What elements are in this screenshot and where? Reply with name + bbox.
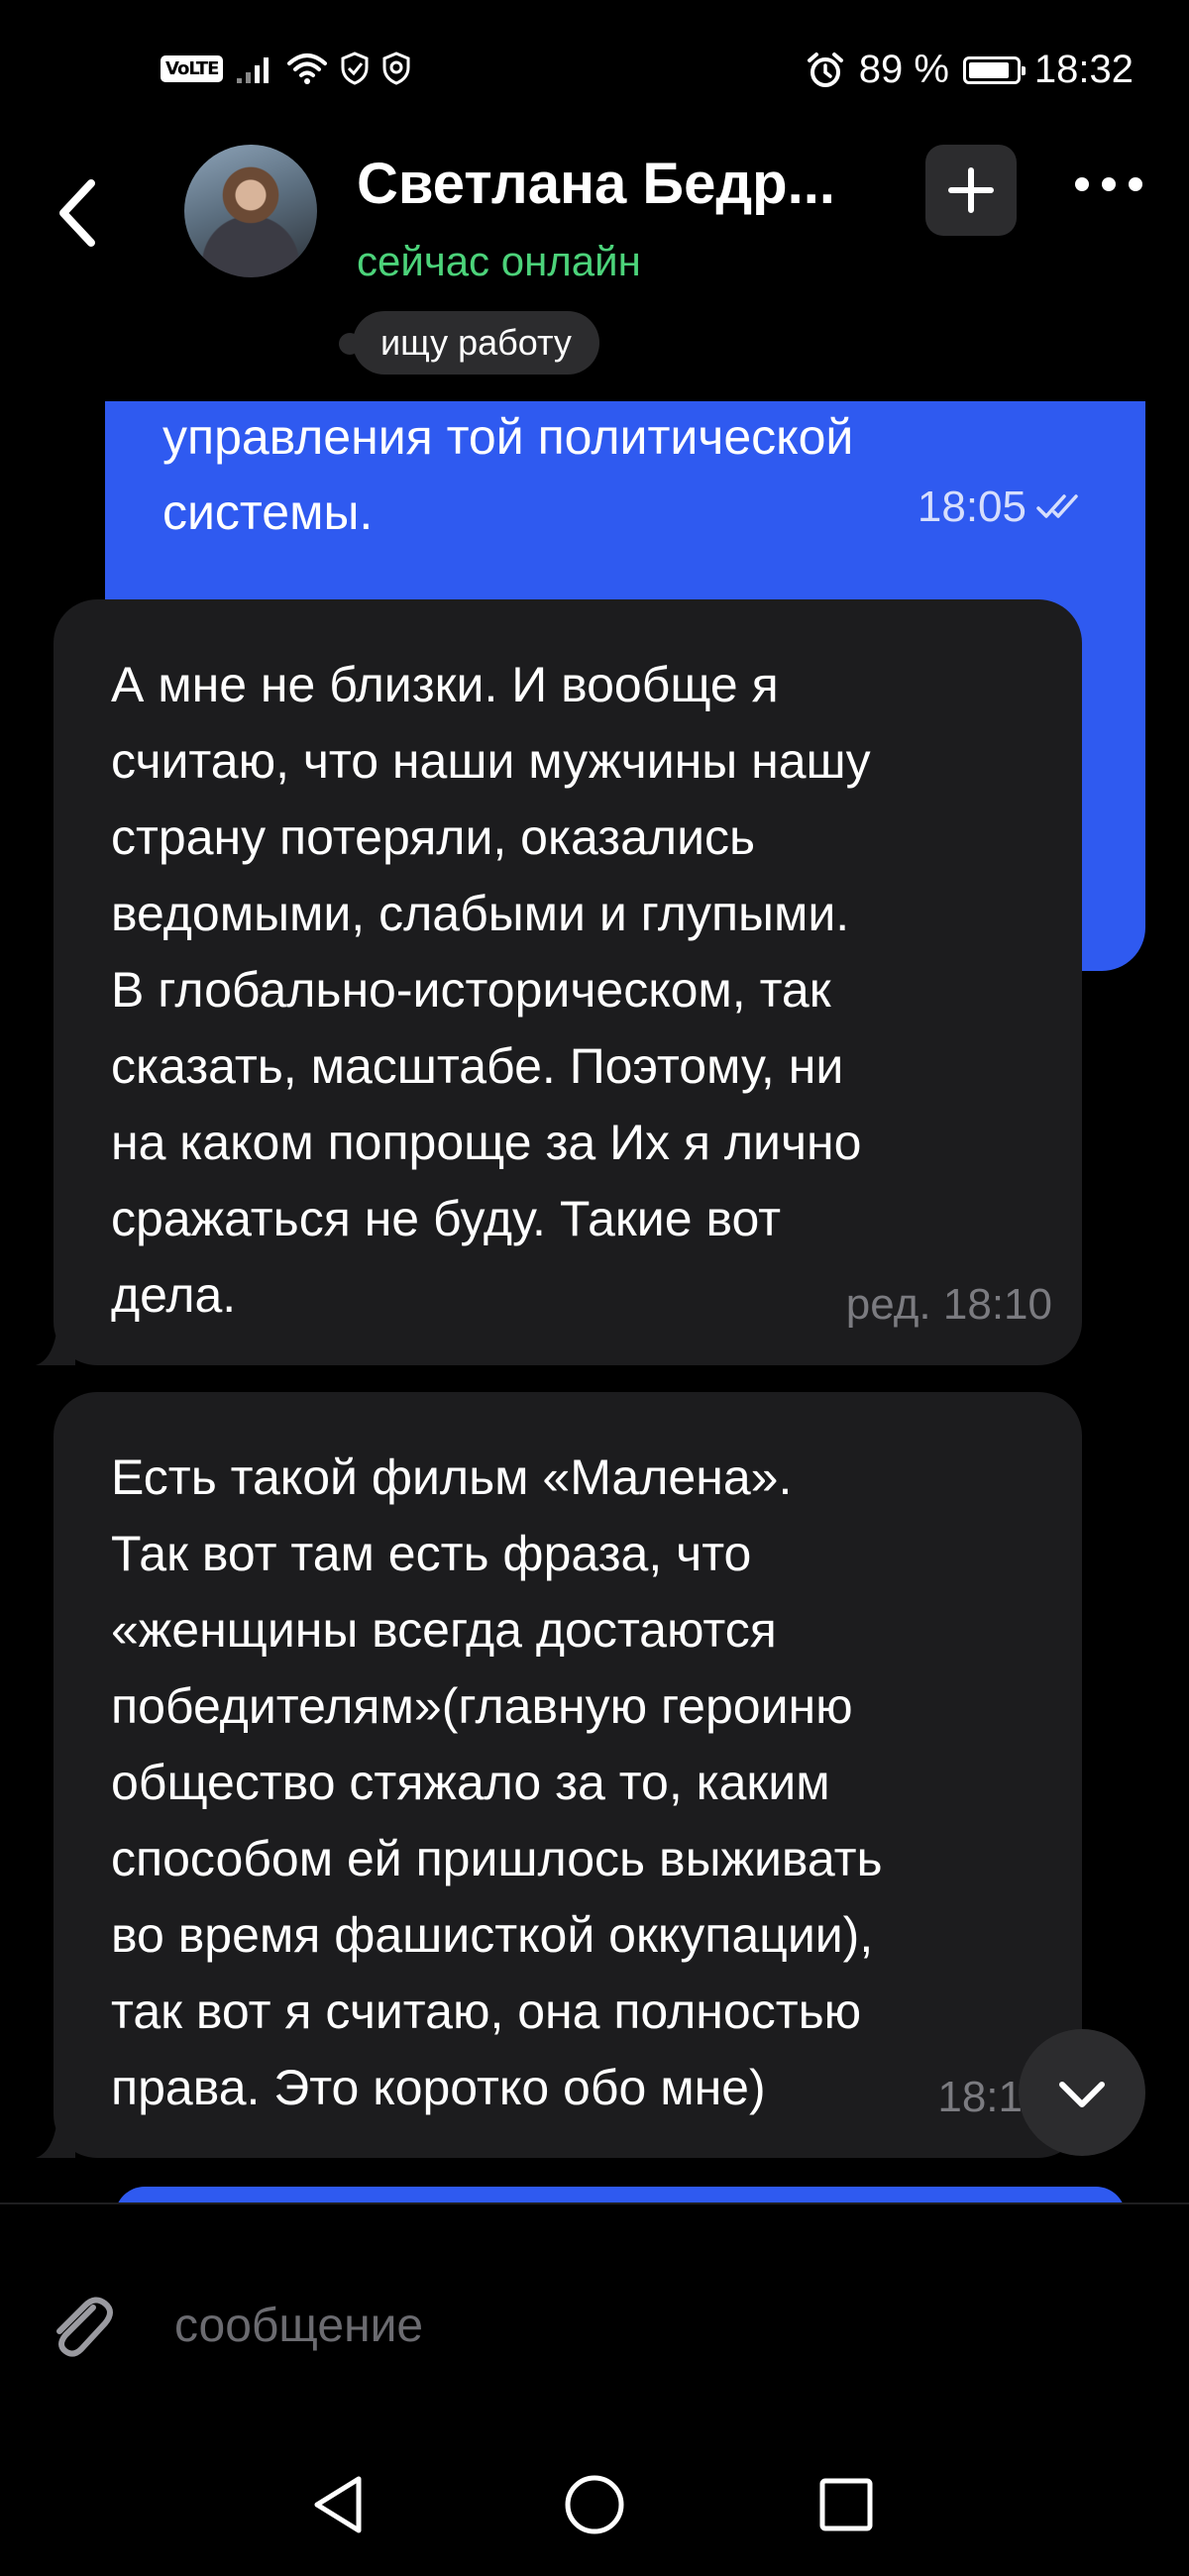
- status-bar-left: VoLTE: [161, 52, 411, 85]
- back-button[interactable]: [50, 173, 109, 253]
- signal-icon: [237, 57, 270, 83]
- contact-avatar[interactable]: [184, 145, 317, 277]
- message-meta: 18:05: [918, 483, 1088, 532]
- battery-level-fill: [968, 61, 1010, 78]
- nav-recents-button[interactable]: [807, 2465, 886, 2544]
- contact-status-note: ищу работу: [339, 311, 599, 375]
- incoming-message[interactable]: Есть такой фильм «Малена». Так вот там е…: [36, 1392, 1082, 2158]
- scroll-to-bottom-button[interactable]: [1019, 2029, 1145, 2156]
- triangle-back-icon: [314, 2476, 362, 2533]
- nav-home-button[interactable]: [555, 2465, 634, 2544]
- status-bar-right: 89 % 18:32: [806, 48, 1134, 92]
- volte-badge: VoLTE: [161, 54, 224, 82]
- attach-button[interactable]: [46, 2290, 115, 2365]
- nav-back-button[interactable]: [301, 2465, 380, 2544]
- message-time: 18:1: [937, 2073, 1023, 2121]
- clock: 18:32: [1033, 48, 1134, 91]
- message-text: А мне не близки. И вообще я считаю, что …: [111, 657, 871, 1323]
- wifi-icon: [287, 54, 328, 84]
- message-list[interactable]: управления той политической системы. 18:…: [0, 401, 1189, 2202]
- status-bar: VoLTE 89 % 18:32: [0, 0, 1189, 149]
- double-check-icon: [1036, 494, 1078, 518]
- battery-percent: 89 %: [858, 48, 949, 91]
- more-dots-icon: [1075, 177, 1142, 191]
- add-button[interactable]: [925, 145, 1017, 236]
- message-time: 18:05: [917, 483, 1027, 531]
- shield-check-icon: [382, 52, 410, 85]
- alarm-icon: [807, 52, 843, 87]
- shield-icon: [341, 52, 369, 85]
- more-options-button[interactable]: [1072, 164, 1145, 204]
- incoming-message[interactable]: А мне не близки. И вообще я считаю, что …: [36, 599, 1082, 1365]
- square-recents-icon: [819, 2478, 873, 2531]
- plus-icon: [948, 167, 994, 213]
- bubble-tail: [36, 2118, 75, 2158]
- message-composer: [0, 2202, 1189, 2437]
- presence-status: сейчас онлайн: [357, 238, 641, 284]
- message-time: ред. 18:10: [845, 1280, 1052, 1329]
- paperclip-icon: [56, 2297, 113, 2357]
- system-navigation-bar: [0, 2435, 1189, 2576]
- chevron-down-icon: [1059, 2082, 1105, 2107]
- circle-home-icon: [565, 2475, 624, 2534]
- battery-icon: [962, 55, 1026, 84]
- chevron-left-icon: [59, 179, 95, 247]
- bubble-tail: [36, 1326, 75, 1365]
- message-text: Есть такой фильм «Малена». Так вот там е…: [111, 1449, 883, 2115]
- message-input[interactable]: [172, 2282, 1068, 2369]
- contact-name[interactable]: Светлана Бедр...: [357, 151, 882, 217]
